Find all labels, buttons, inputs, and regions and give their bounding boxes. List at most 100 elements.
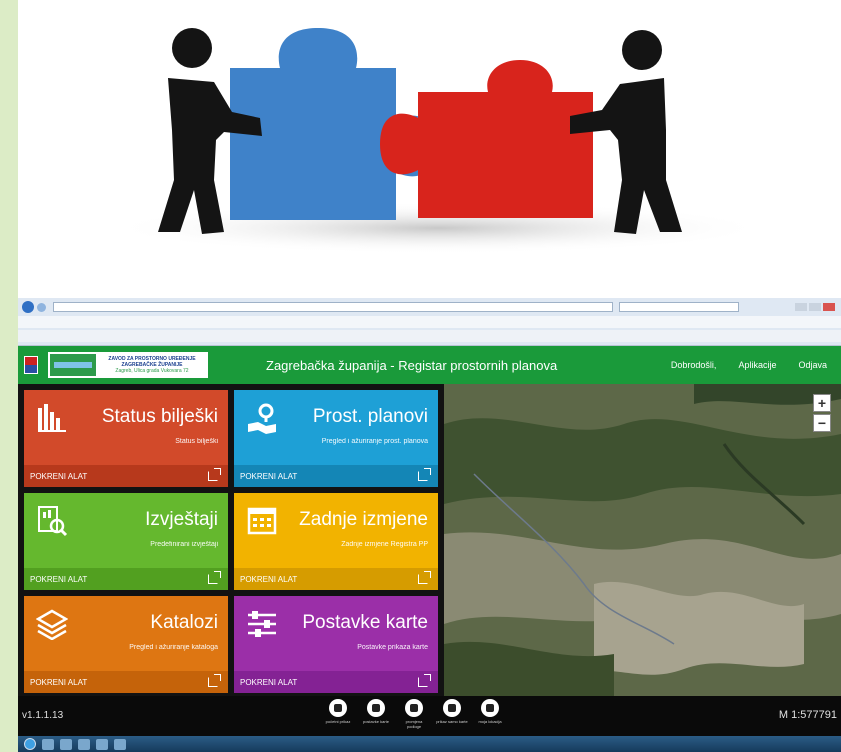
map-scale: M 1:577791 [778, 709, 837, 721]
tile-launch-label: POKRENI ALAT [240, 677, 298, 687]
tile-izvjestaji[interactable]: Izvještaji Predefinirani izvještaji POKR… [24, 493, 228, 590]
tile-launch-label: POKRENI ALAT [30, 677, 88, 687]
browser-toolbar-row [18, 316, 841, 328]
back-icon[interactable] [22, 301, 34, 313]
status-bar: v1.1.1.13 početni prikaz postavke karte … [18, 696, 841, 736]
tool-label: moja lokacija [478, 719, 502, 724]
tool-label: postavke karte [362, 719, 389, 724]
tile-title: Postavke karte [302, 612, 428, 633]
satellite-map[interactable]: + − [444, 384, 841, 696]
tile-launch-label: POKRENI ALAT [240, 471, 298, 481]
red-puzzle-piece [380, 60, 593, 218]
tool-map-only[interactable]: prikaz samo karte [436, 699, 468, 729]
logo-line-3: Zagreb, Ulica grada Vukovara 72 [115, 368, 189, 374]
map-icon [443, 699, 461, 717]
map-pin-icon [246, 402, 278, 434]
tile-launch-bar[interactable]: POKRENI ALAT [24, 568, 228, 590]
tile-launch-label: POKRENI ALAT [240, 574, 298, 584]
forward-icon[interactable] [37, 302, 46, 312]
logout-link[interactable]: Odjava [798, 360, 827, 370]
browser-tab[interactable] [619, 302, 739, 312]
globe-icon [405, 699, 423, 717]
institute-logo[interactable]: ZAVOD ZA PROSTORNO UREĐENJE ZAGREBAČKE Ž… [48, 352, 208, 378]
calendar-icon [246, 505, 278, 537]
tile-launch-label: POKRENI ALAT [30, 574, 88, 584]
tool-basemap[interactable]: promjena podloge [398, 699, 430, 729]
tile-zadnje-izmjene[interactable]: Zadnje izmjene Zadnje izmjene Registra P… [234, 493, 438, 590]
external-link-icon [418, 468, 431, 481]
target-icon [481, 699, 499, 717]
app-screenshot: ZAVOD ZA PROSTORNO UREĐENJE ZAGREBAČKE Ž… [18, 298, 841, 752]
tile-title: Izvještaji [145, 509, 218, 530]
tile-title: Prost. planovi [312, 406, 428, 427]
tile-launch-bar[interactable]: POKRENI ALAT [24, 671, 228, 693]
tile-launch-bar[interactable]: POKRENI ALAT [234, 671, 438, 693]
version-label: v1.1.1.13 [22, 710, 64, 721]
browser-favorites-row [18, 330, 841, 342]
tile-title: Katalozi [150, 612, 218, 633]
tool-home[interactable]: početni prikaz [322, 699, 354, 729]
bar-chart-icon [36, 402, 68, 434]
tile-katalozi[interactable]: Katalozi Pregled i ažuriranje kataloga P… [24, 596, 228, 693]
tile-launch-bar[interactable]: POKRENI ALAT [24, 465, 228, 487]
tile-status-biljeski[interactable]: Status bilješki Status bilješki POKRENI … [24, 390, 228, 487]
address-bar[interactable] [53, 302, 613, 312]
county-crest-icon [24, 356, 38, 374]
sliders-icon [246, 608, 278, 640]
satellite-map-image [444, 384, 841, 696]
zoom-in-button[interactable]: + [813, 394, 831, 412]
tool-map-settings[interactable]: postavke karte [360, 699, 392, 729]
external-link-icon [418, 674, 431, 687]
tool-my-location[interactable]: moja lokacija [474, 699, 506, 729]
maximize-icon[interactable] [809, 303, 821, 311]
tool-label: početni prikaz [325, 719, 351, 724]
page-title: Zagrebačka županija - Registar prostorni… [266, 357, 558, 373]
welcome-link[interactable]: Dobrodošli, [671, 360, 717, 370]
os-taskbar [18, 736, 841, 752]
tile-title: Status bilješki [101, 406, 218, 427]
home-icon [329, 699, 347, 717]
logo-text: ZAVOD ZA PROSTORNO UREĐENJE ZAGREBAČKE Ž… [100, 356, 204, 374]
tile-postavke-karte[interactable]: Postavke karte Postavke prikaza karte PO… [234, 596, 438, 693]
tile-subtitle: Pregled i ažuriranje kataloga [129, 644, 218, 651]
app-header: ZAVOD ZA PROSTORNO UREĐENJE ZAGREBAČKE Ž… [18, 346, 841, 384]
taskbar-app-icon[interactable] [42, 738, 54, 750]
logo-mark-icon [50, 354, 96, 376]
taskbar-app-icon[interactable] [60, 738, 72, 750]
minimize-icon[interactable] [795, 303, 807, 311]
tile-title: Zadnje izmjene [299, 509, 428, 530]
tile-launch-label: POKRENI ALAT [30, 471, 88, 481]
left-strip [0, 0, 18, 752]
start-button-icon[interactable] [24, 738, 36, 750]
tile-subtitle: Predefinirani izvještaji [150, 541, 218, 548]
taskbar-app-icon[interactable] [78, 738, 90, 750]
tile-launch-bar[interactable]: POKRENI ALAT [234, 568, 438, 590]
tile-subtitle: Status bilješki [175, 438, 218, 445]
tool-tiles: Status bilješki Status bilješki POKRENI … [18, 384, 444, 696]
layers-icon [36, 608, 68, 640]
external-link-icon [208, 674, 221, 687]
tool-label: prikaz samo karte [436, 719, 468, 724]
external-link-icon [208, 468, 221, 481]
taskbar-app-icon[interactable] [114, 738, 126, 750]
puzzle-illustration-svg [108, 28, 768, 254]
header-nav: Dobrodošli, Aplikacije Odjava [671, 360, 827, 370]
apps-link[interactable]: Aplikacije [738, 360, 776, 370]
close-icon[interactable] [823, 303, 835, 311]
browser-chrome [18, 298, 841, 346]
external-link-icon [208, 571, 221, 584]
window-controls [795, 303, 835, 311]
browser-address-row [18, 301, 841, 313]
taskbar-app-icon[interactable] [96, 738, 108, 750]
puzzle-illustration [18, 0, 841, 298]
tile-launch-bar[interactable]: POKRENI ALAT [234, 465, 438, 487]
menu-icon [367, 699, 385, 717]
external-link-icon [418, 571, 431, 584]
tool-label: promjena podloge [405, 719, 423, 729]
tile-prost-planovi[interactable]: Prost. planovi Pregled i ažuriranje pros… [234, 390, 438, 487]
map-tools: početni prikaz postavke karte promjena p… [322, 699, 506, 729]
tile-subtitle: Zadnje izmjene Registra PP [341, 541, 428, 548]
zoom-out-button[interactable]: − [813, 414, 831, 432]
tile-subtitle: Pregled i ažuriranje prost. planova [321, 438, 428, 445]
report-search-icon [36, 505, 68, 537]
